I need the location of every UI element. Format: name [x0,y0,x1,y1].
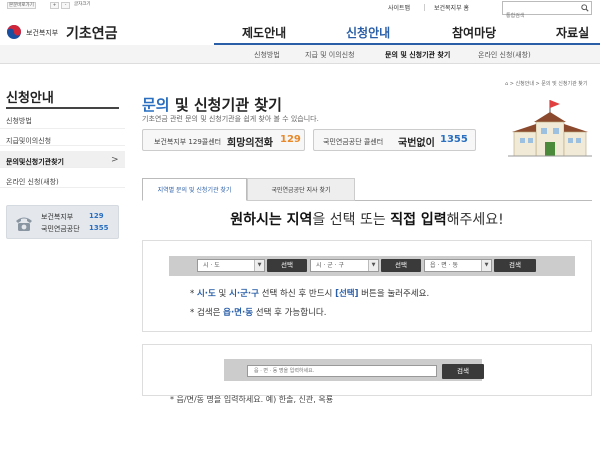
text-search-button[interactable]: 검색 [442,364,484,379]
note-keyword: 시·도 [196,289,216,299]
lnb-title: 신청안내 [6,91,54,106]
contact-card-nps: 국민연금공단 콜센터 국번없이 1355 [313,129,476,151]
headline-strong: 원하시는 지역 [230,212,313,228]
ministry-name: 보건복지부 [26,29,59,37]
subnav-payment[interactable]: 지급 및 이의신청 [305,50,355,60]
ministry-home-link[interactable]: 보건복지부 홈 [434,3,469,12]
page-title-rest: 및 신청기관 찾기 [174,96,282,114]
school-illustration [508,100,592,157]
dropdown-arrow-icon: ▼ [368,260,378,271]
font-minus-button[interactable]: - [61,2,70,9]
sigungu-select-button[interactable]: 선택 [381,259,421,272]
contact-label: 보건복지부 129콜센터 [154,138,222,146]
headline-text: 해주세요! [446,212,504,228]
gnb-archive[interactable]: 자료실 [556,24,589,41]
sitemap-link[interactable]: 사이트맵 [388,3,410,12]
region-select-panel [142,240,592,332]
headline-text: 을 선택 또는 [312,212,391,228]
lnb-item-online-apply[interactable]: 온라인 신청(새창) [6,177,59,187]
subnav-online-apply[interactable]: 온라인 신청(새창) [478,50,531,60]
tab-region-search[interactable]: 지역별 문의 및 신청기관 찾기 [142,178,247,201]
gnb-participation[interactable]: 참여마당 [452,24,496,41]
text-search-note: * 읍/면/동 명을 입력하세요. 예) 한솔, 신관, 옥룡 [170,395,334,404]
chevron-right-icon: > [111,155,119,165]
tab-nps-branch[interactable]: 국민연금공단 지사 찾기 [247,178,355,201]
site-name: 기초연금 [66,26,118,42]
call-center-box: 보건복지부 129 국민연금공단 1355 [6,205,119,239]
select-note: * 시·도 및 시·군·구 선택 하신 후 반드시 [선택] 버튼을 눌러주세요… [190,287,429,299]
font-size-label: 글자크기 [74,2,91,7]
headline-strong: 직접 입력 [390,212,447,228]
note-text: 선택 후 가능합니다. [253,308,327,318]
search-input[interactable] [503,10,577,22]
lnb-divider [6,107,119,109]
note-text: * [190,289,197,299]
contact-name: 국번없이 [398,138,435,149]
sido-select-button[interactable]: 선택 [267,259,307,272]
page-description: 기초연금 관련 문의 및 신청기관을 쉽게 찾아 볼 수 있습니다. [142,115,319,123]
sido-select[interactable]: 시 · 도 ▼ [197,259,265,272]
lnb-item-payment[interactable]: 지급및이의신청 [6,136,51,146]
eupmyeondong-value: 읍 · 면 · 동 [430,262,459,269]
note-text: 및 [215,289,230,299]
note-keyword: 읍·면·동 [223,308,254,318]
instruction-headline: 원하시는 지역을 선택 또는 직접 입력해주세요! [142,209,592,229]
region-search-button[interactable]: 검색 [494,259,536,272]
font-plus-button[interactable]: + [50,2,59,9]
lnb-item-method[interactable]: 신청방법 [6,116,32,126]
gnb-application-info[interactable]: 신청안내 [346,24,390,41]
call-label-ministry: 보건복지부 [41,213,74,221]
dropdown-arrow-icon: ▼ [254,260,264,271]
subnav-method[interactable]: 신청방법 [254,50,280,60]
contact-number: 1355 [440,134,468,145]
contact-label: 국민연금공단 콜센터 [323,138,384,146]
phone-icon [16,217,32,231]
subnav-find-office[interactable]: 문의 및 신청기관 찾기 [385,50,450,60]
eupmyeondong-input[interactable]: 읍 · 면 · 동 명을 입력하세요. [247,365,437,377]
sigungu-select[interactable]: 시 · 군 · 구 ▼ [310,259,379,272]
search-note: * 검색은 읍·면·동 선택 후 가능합니다. [190,306,326,318]
note-text: 버튼을 눌러주세요. [358,289,430,299]
sido-value: 시 · 도 [203,262,220,269]
divider [424,4,425,11]
sigungu-value: 시 · 군 · 구 [316,262,345,269]
note-text: * 검색은 [190,308,224,318]
contact-number: 129 [280,134,301,145]
contact-card-ministry: 보건복지부 129콜센터 희망의전화 129 [142,129,305,151]
dropdown-arrow-icon: ▼ [481,260,491,271]
site-search [502,1,592,22]
call-label-nps: 국민연금공단 [41,225,80,233]
note-keyword: [선택] [335,289,359,299]
eupmyeondong-select[interactable]: 읍 · 면 · 동 ▼ [424,259,492,272]
call-number-ministry: 129 [89,212,104,220]
lnb-item-find-office[interactable]: 문의및신청기관찾기 [6,157,64,167]
note-text: 선택 하신 후 반드시 [258,289,336,299]
call-number-nps: 1355 [89,224,109,232]
search-icon[interactable] [581,4,589,12]
page-title: 문의 및 신청기관 찾기 [142,94,282,115]
taegeuk-logo-icon [7,25,21,39]
page-title-accent: 문의 [142,96,170,114]
gnb-system-info[interactable]: 제도안내 [242,24,286,41]
contact-name: 희망의전화 [227,138,273,149]
breadcrumb: ⌂ > 신청안내 > 문의 및 신청기관 찾기 [505,81,588,87]
note-keyword: 시·군·구 [229,289,259,299]
skip-to-content-button[interactable]: 본문바로가기 [7,2,36,9]
